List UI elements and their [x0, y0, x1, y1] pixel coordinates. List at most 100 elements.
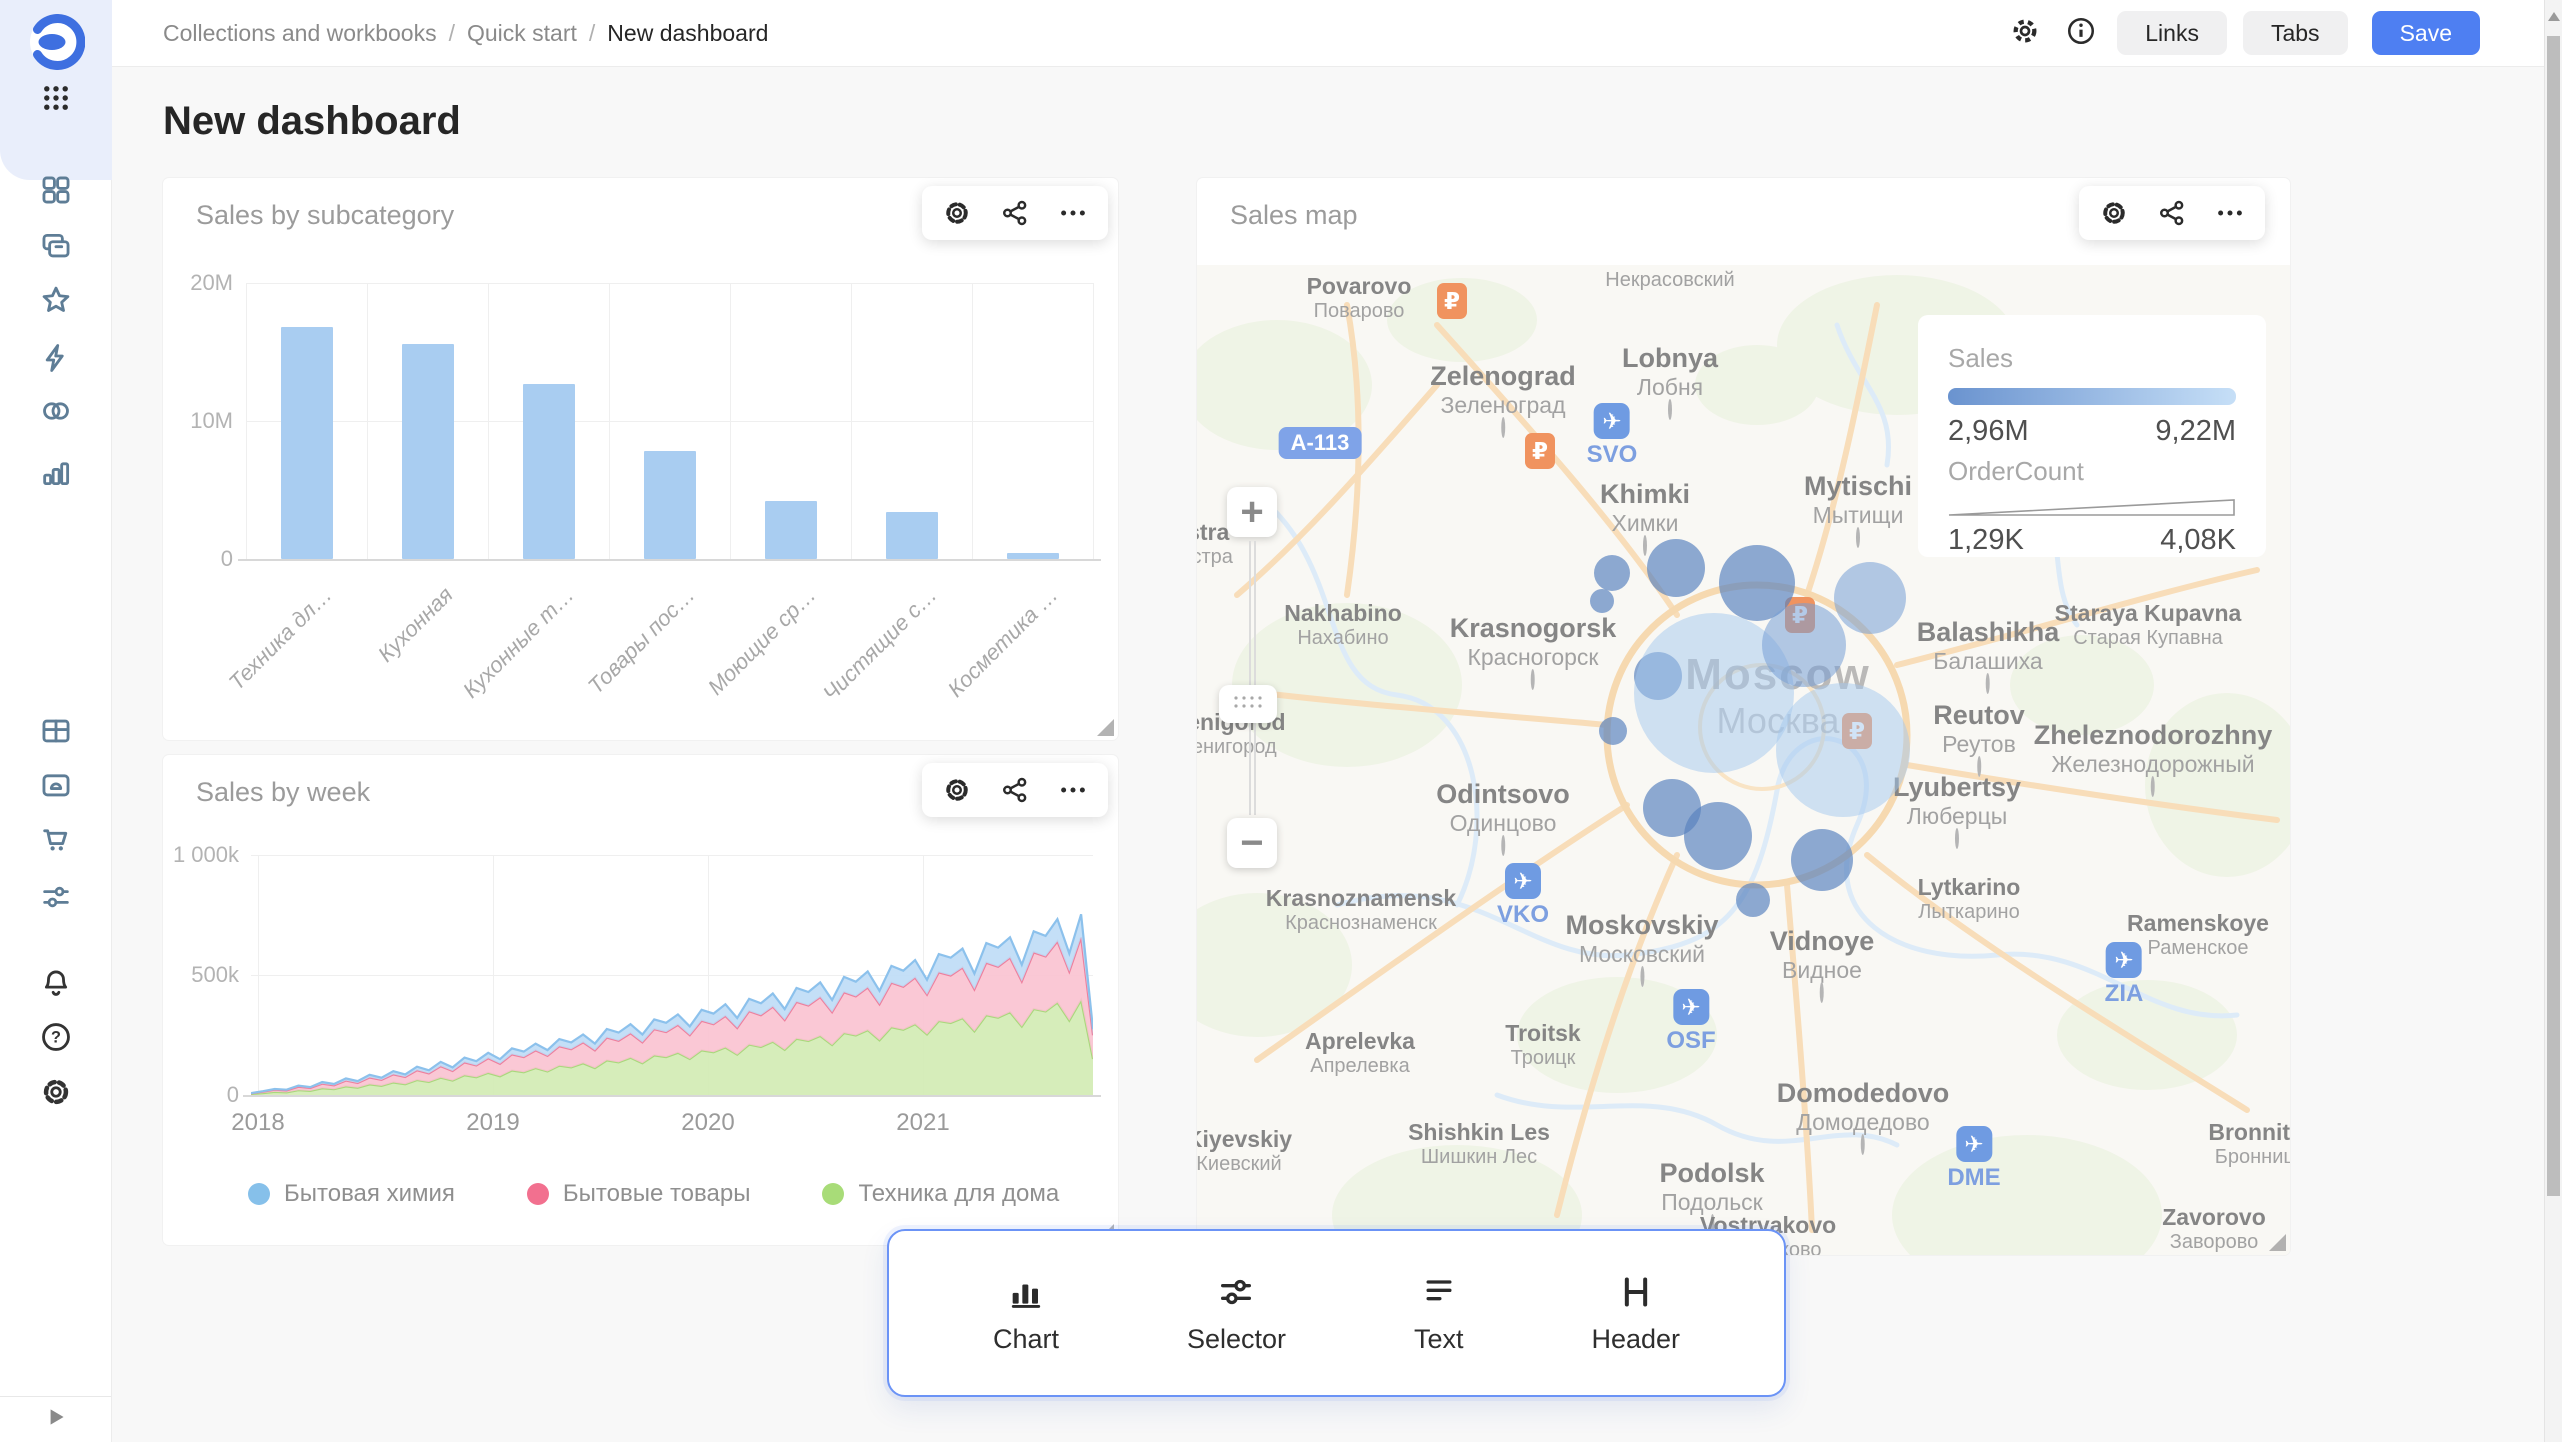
widget-more-button[interactable]: [1058, 198, 1088, 228]
widget-share-button[interactable]: [2157, 198, 2187, 228]
map-canvas[interactable]: PovarovoПоваровоНекрасовскийZelenogradЗе…: [1197, 265, 2290, 1255]
ellipsis-icon: [1058, 215, 1088, 232]
legend-item-Бытовая химия[interactable]: Бытовая химия: [248, 1180, 455, 1208]
x-axis-tick-label: 2020: [648, 1109, 768, 1137]
bar-Кухонные т…[interactable]: [523, 384, 575, 559]
x-axis-category-label: Чистящие с…: [800, 582, 942, 724]
toolbar-item-label: Header: [1591, 1324, 1680, 1355]
info-button[interactable]: [2061, 13, 2101, 53]
sidebar-item-notifications[interactable]: [39, 966, 73, 1000]
map-ruler-button[interactable]: [1219, 685, 1277, 723]
breadcrumb-item[interactable]: Quick start: [467, 20, 577, 47]
widget-resize-handle[interactable]: [1097, 719, 1114, 736]
bell-icon: [39, 966, 73, 1000]
widget-sales-by-subcategory[interactable]: Sales by subcategory 20M10M0Техника дл…К…: [163, 178, 1118, 740]
y-axis-tick-label: 500k: [163, 962, 239, 988]
add-header-button[interactable]: Header: [1591, 1272, 1680, 1355]
legend-sales-label: Sales: [1948, 343, 2236, 374]
sales-bubble[interactable]: [1590, 589, 1614, 613]
map-zoom-in-button[interactable]: +: [1227, 487, 1277, 537]
sales-bubble[interactable]: [1647, 539, 1705, 597]
widget-title: Sales map: [1230, 200, 1358, 231]
gridline: [1093, 283, 1094, 559]
legend-dot: [822, 1183, 844, 1205]
sales-bubble[interactable]: [1776, 683, 1910, 817]
sales-bubble[interactable]: [1684, 802, 1752, 870]
x-axis-tick-label: 2021: [863, 1109, 983, 1137]
lightning-icon: [39, 341, 73, 375]
dashboard-settings-button[interactable]: [2005, 13, 2045, 53]
sidebar-item-quick-start[interactable]: [39, 341, 73, 375]
breadcrumb-item[interactable]: New dashboard: [607, 20, 768, 47]
widget-share-button[interactable]: [1000, 775, 1030, 805]
widget-menu: [2079, 186, 2265, 240]
widget-title: Sales by week: [196, 777, 370, 808]
sidebar-item-connections[interactable]: [39, 394, 73, 428]
sidebar-item-settings[interactable]: [39, 1075, 73, 1109]
widget-settings-button[interactable]: [942, 775, 972, 805]
sales-bubble[interactable]: [1791, 829, 1853, 891]
sidebar-item-apps[interactable]: [39, 81, 73, 115]
sales-bubble[interactable]: [1762, 603, 1846, 687]
sales-bubble[interactable]: [1834, 562, 1906, 634]
map-zoom-out-button[interactable]: −: [1227, 818, 1277, 868]
widget-more-button[interactable]: [1058, 775, 1088, 805]
y-axis-tick-label: 0: [163, 1082, 239, 1108]
add-selector-button[interactable]: Selector: [1187, 1272, 1286, 1355]
orders-min: 1,29K: [1948, 524, 2024, 557]
datalens-logo-icon[interactable]: [29, 14, 85, 70]
scrollbar-thumb[interactable]: [2547, 36, 2560, 1196]
links-button[interactable]: Links: [2117, 11, 2227, 55]
add-text-button[interactable]: Text: [1414, 1272, 1464, 1355]
map-zoom-slider[interactable]: [1249, 727, 1256, 815]
legend-item-Бытовые товары[interactable]: Бытовые товары: [527, 1180, 751, 1208]
table-icon: [39, 714, 73, 748]
sales-bubble[interactable]: [1599, 717, 1627, 745]
sales-bubble[interactable]: [1736, 883, 1770, 917]
gridline: [246, 421, 1093, 422]
sidebar-expand-button[interactable]: [0, 1396, 111, 1442]
widget-sales-by-week[interactable]: Sales by week 20182019202020211 000k500k…: [163, 755, 1118, 1245]
breadcrumb-separator: /: [449, 20, 455, 47]
sidebar-item-tables[interactable]: [39, 714, 73, 748]
bar-Техника дл…[interactable]: [281, 327, 333, 559]
bar-Кухонная[interactable]: [402, 344, 454, 559]
sales-bubble[interactable]: [1594, 555, 1630, 591]
bar-Товары пос…[interactable]: [644, 451, 696, 559]
sidebar-item-workbooks[interactable]: [39, 768, 73, 802]
header-icon: [1616, 1299, 1656, 1316]
breadcrumb-item[interactable]: Collections and workbooks: [163, 20, 437, 47]
bar-Моющие ср…[interactable]: [765, 501, 817, 559]
widget-sales-map[interactable]: Sales map: [1197, 178, 2290, 1255]
sidebar-item-collections[interactable]: [39, 229, 73, 263]
scroll-up-arrow-icon[interactable]: [2548, 12, 2560, 21]
top-bar: Collections and workbooks/Quick start/Ne…: [112, 0, 2544, 67]
widget-share-button[interactable]: [1000, 198, 1030, 228]
add-chart-button[interactable]: Chart: [993, 1272, 1059, 1355]
widget-resize-handle[interactable]: [2269, 1234, 2286, 1251]
sidebar-item-services[interactable]: [39, 880, 73, 914]
chart-icon: [1006, 1299, 1046, 1316]
tabs-button[interactable]: Tabs: [2243, 11, 2348, 55]
widget-settings-button[interactable]: [942, 198, 972, 228]
save-button[interactable]: Save: [2372, 11, 2480, 55]
widget-title: Sales by subcategory: [196, 200, 454, 231]
gear-icon: [2009, 15, 2041, 52]
svg-text:?: ?: [51, 1029, 61, 1047]
widget-menu: [922, 763, 1108, 817]
legend-item-Техника для дома[interactable]: Техника для дома: [822, 1180, 1059, 1208]
bar-Чистящие с…[interactable]: [886, 512, 938, 559]
sales-min: 2,96M: [1948, 415, 2029, 448]
x-axis-tick-label: 2018: [198, 1109, 318, 1137]
widget-more-button[interactable]: [2215, 198, 2245, 228]
vertical-scrollbar[interactable]: [2544, 0, 2562, 1442]
collections-icon: [39, 229, 73, 263]
legend-orders-label: OrderCount: [1948, 456, 2236, 487]
sidebar-item-charts[interactable]: [39, 456, 73, 490]
sidebar-item-marketplace[interactable]: [39, 822, 73, 856]
sidebar-item-favorites[interactable]: [39, 283, 73, 317]
sidebar-item-dashboards[interactable]: [39, 173, 73, 207]
widget-settings-button[interactable]: [2099, 198, 2129, 228]
sidebar-item-help[interactable]: ?: [39, 1020, 73, 1054]
bar-Косметика …[interactable]: [1007, 553, 1059, 559]
